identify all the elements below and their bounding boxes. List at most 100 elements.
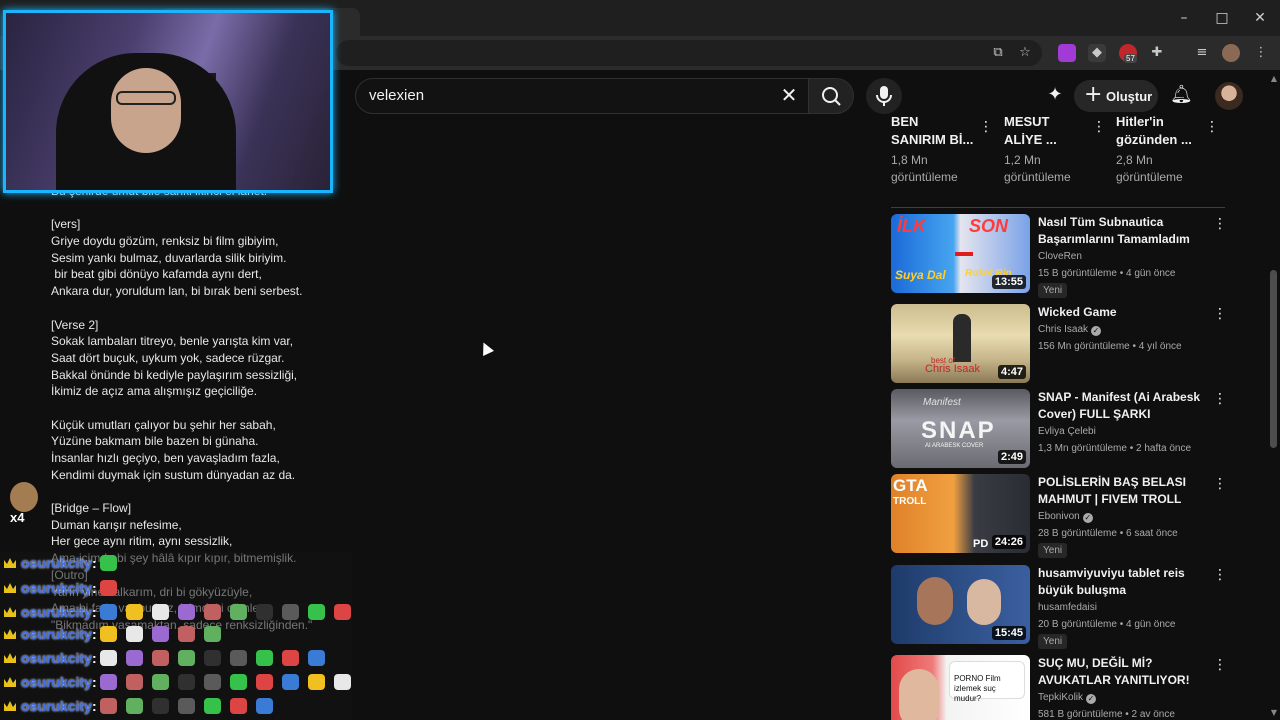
emote-icon	[282, 650, 299, 666]
emote-icon	[178, 604, 195, 620]
channel-name[interactable]: CloveRen	[1038, 251, 1082, 262]
description-line: [vers]	[51, 217, 81, 232]
description-line: bir beat gibi dönüyo kafamda aynı dert,	[51, 267, 262, 282]
video-thumbnail[interactable]: best of Chris Isaak 4:47	[891, 304, 1030, 383]
emote-icon	[204, 626, 221, 642]
video-more-icon[interactable]: ⋮	[1213, 567, 1227, 583]
video-title[interactable]: husamviyuviyu tablet reis büyük buluşma	[1038, 565, 1213, 599]
emote-icon	[100, 626, 117, 642]
media-control-icon[interactable]: ≡	[1193, 44, 1211, 62]
video-item[interactable]: PORNO Film izlemek suç mudur? SUÇ MU, DE…	[891, 655, 1227, 720]
clear-search-icon[interactable]: ✕	[778, 84, 800, 106]
emote-icon	[100, 650, 117, 666]
video-title[interactable]: SNAP - Manifest (Ai Arabesk Cover) FULL …	[1038, 389, 1213, 423]
description-line: [Bridge – Flow]	[51, 501, 132, 516]
video-item[interactable]: Manifest SNAP AI ARABESK COVER 2:49 SNAP…	[891, 389, 1227, 469]
short-views: 2,8 Mn görüntüleme	[1116, 153, 1183, 184]
video-title[interactable]: Nasıl Tüm Subnautica Başarımlarını Tamam…	[1038, 214, 1213, 248]
verified-check-icon: ✓	[1082, 513, 1093, 523]
close-window-button[interactable]: ✕	[1248, 6, 1272, 30]
voice-search-button[interactable]	[866, 78, 902, 114]
video-item[interactable]: best of Chris Isaak 4:47 Wicked Game Chr…	[891, 304, 1227, 384]
crown-badge-icon	[4, 701, 16, 711]
address-bar[interactable]	[336, 40, 1042, 66]
description-line: İnsanlar hızlı geçiyo, ben yavaşladım fa…	[51, 451, 280, 465]
description-line: Saat dört buçuk, uykum yok, sadece rüzga…	[51, 350, 285, 365]
chat-username[interactable]: osurukcity	[21, 650, 92, 666]
emote-badge-icon	[10, 482, 38, 512]
short-more-icon[interactable]: ⋮	[979, 119, 993, 135]
video-more-icon[interactable]: ⋮	[1213, 657, 1227, 673]
channel-name-text: Ebonivon	[1038, 511, 1080, 522]
short-title[interactable]: BEN SANIRIM Bİ...	[891, 113, 981, 149]
profile-avatar-icon[interactable]	[1222, 44, 1240, 62]
emote-icon	[152, 650, 169, 666]
video-title[interactable]: Wicked Game	[1038, 304, 1213, 321]
chat-username[interactable]: osurukcity	[21, 626, 92, 642]
video-thumbnail[interactable]: İLK SON Suya Dal Roket Bin 13:55	[891, 214, 1030, 293]
channel-name[interactable]: husamfedaisi	[1038, 602, 1097, 613]
extensions-puzzle-icon[interactable]: ✚	[1148, 44, 1166, 62]
chat-separator: :	[92, 580, 97, 596]
video-item[interactable]: İLK SON Suya Dal Roket Bin 13:55 Nasıl T…	[891, 214, 1227, 298]
channel-name[interactable]: Evliya Çelebi	[1038, 426, 1096, 437]
thumbnail-text: AI ARABESK COVER	[925, 443, 984, 449]
emote-icon	[126, 604, 143, 620]
crown-badge-icon	[4, 558, 16, 568]
emote-icon	[334, 674, 351, 690]
plus-icon: +	[1084, 82, 1103, 107]
notifications-bell-icon[interactable]: 🔔︎	[1170, 84, 1193, 106]
video-more-icon[interactable]: ⋮	[1213, 216, 1227, 232]
extension-icon[interactable]: ◆	[1088, 44, 1106, 62]
create-button[interactable]: + Oluştur	[1074, 80, 1158, 112]
creator-spark-icon[interactable]: ✦	[1044, 84, 1066, 106]
search-button[interactable]	[808, 78, 854, 114]
video-thumbnail[interactable]: PORNO Film izlemek suç mudur?	[891, 655, 1030, 720]
chat-username[interactable]: osurukcity	[21, 674, 92, 690]
emote-icon	[178, 626, 195, 642]
description-line: Kendimi duymak için sustum dünyadan az d…	[51, 467, 296, 482]
maximize-button[interactable]: □	[1210, 6, 1234, 30]
chat-username[interactable]: osurukcity	[21, 580, 92, 596]
short-more-icon[interactable]: ⋮	[1205, 119, 1219, 135]
scrollbar-thumb[interactable]	[1270, 270, 1277, 448]
video-thumbnail[interactable]: GTA TROLL PD 24:26	[891, 474, 1030, 553]
video-title[interactable]: POLİSLERİN BAŞ BELASI MAHMUT | FIVEM TRO…	[1038, 474, 1213, 508]
streamer-webcam	[3, 10, 333, 193]
video-item[interactable]: GTA TROLL PD 24:26 POLİSLERİN BAŞ BELASI…	[891, 474, 1227, 558]
screen: – □ ✕ ⧉ ☆ ◆ 57 ✚ ≡ ⋮ velexien ✕ ✦ + Oluş…	[0, 0, 1280, 720]
emote-icon	[282, 604, 299, 620]
bookmark-star-icon[interactable]: ☆	[1016, 44, 1034, 62]
short-title[interactable]: MESUT ALİYE ...	[1004, 113, 1094, 149]
video-item[interactable]: 15:45 husamviyuviyu tablet reis büyük bu…	[891, 565, 1227, 649]
video-title[interactable]: SUÇ MU, DEĞİL Mİ? AVUKATLAR YANITLIYOR!	[1038, 655, 1213, 689]
video-more-icon[interactable]: ⋮	[1213, 391, 1227, 407]
channel-name[interactable]: Ebonivon ✓	[1038, 511, 1093, 523]
channel-name[interactable]: Chris Isaak ✓	[1038, 324, 1102, 336]
extension-icon[interactable]	[1058, 44, 1076, 62]
channel-name[interactable]: TepkiKolik ✓	[1038, 692, 1097, 704]
channel-name-text: TepkiKolik	[1038, 692, 1084, 703]
short-more-icon[interactable]: ⋮	[1092, 119, 1106, 135]
video-thumbnail[interactable]: 15:45	[891, 565, 1030, 644]
emote-icon	[256, 698, 273, 714]
video-thumbnail[interactable]: Manifest SNAP AI ARABESK COVER 2:49	[891, 389, 1030, 468]
video-more-icon[interactable]: ⋮	[1213, 306, 1227, 322]
video-more-icon[interactable]: ⋮	[1213, 476, 1227, 492]
thumbnail-text: SON	[969, 216, 1009, 236]
chat-username[interactable]: osurukcity	[21, 555, 92, 571]
chat-username[interactable]: osurukcity	[21, 604, 92, 620]
emote-icon	[204, 650, 221, 666]
chat-username[interactable]: osurukcity	[21, 698, 92, 714]
menu-kebab-icon[interactable]: ⋮	[1252, 44, 1270, 62]
emote-icon	[308, 604, 325, 620]
minimize-button[interactable]: –	[1172, 6, 1196, 30]
scroll-down-arrow-icon[interactable]: ▼	[1269, 708, 1279, 718]
thumbnail-text: TROLL	[893, 496, 927, 507]
short-title[interactable]: Hitler'in gözünden ...	[1116, 113, 1206, 149]
scroll-up-arrow-icon[interactable]: ▲	[1269, 74, 1279, 84]
emote-icon	[334, 604, 351, 620]
install-app-icon[interactable]: ⧉	[989, 44, 1007, 62]
emote-icon	[282, 674, 299, 690]
account-avatar[interactable]	[1215, 82, 1243, 110]
